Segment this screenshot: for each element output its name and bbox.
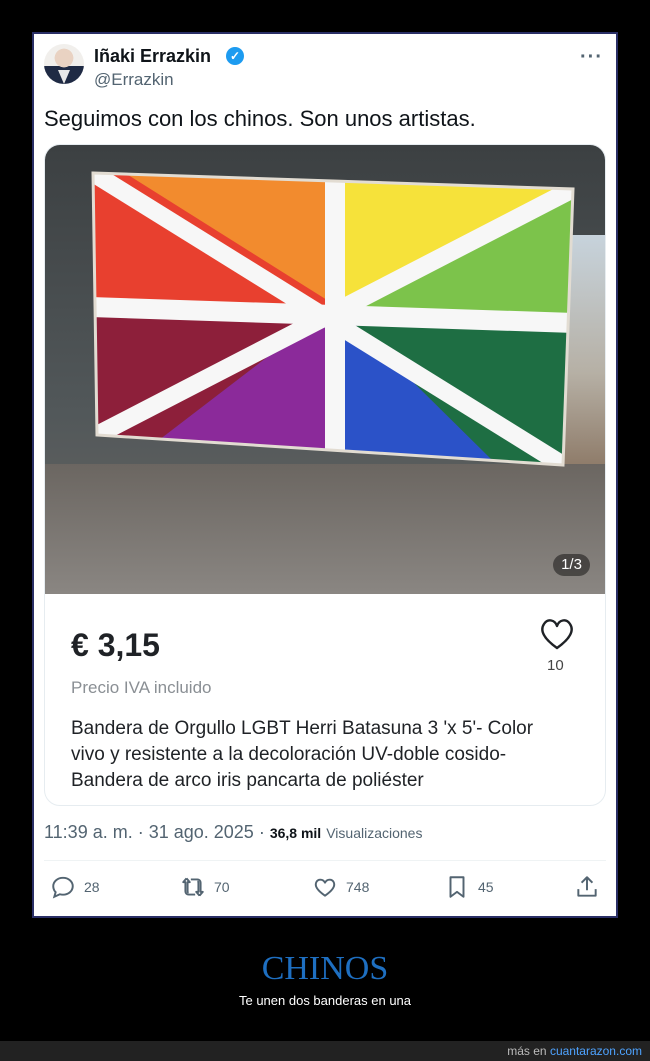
product-card[interactable]: 1/3 € 3,15 10 Precio IVA incluido Bander… bbox=[44, 144, 606, 806]
like-icon bbox=[314, 878, 336, 897]
bookmark-icon bbox=[449, 876, 465, 898]
rainbow-saltire-flag-image bbox=[91, 171, 575, 467]
tweet-timestamp[interactable]: 11:39 a. m. · 31 ago. 2025 · bbox=[44, 822, 265, 842]
share-icon bbox=[577, 876, 597, 897]
product-photo[interactable]: 1/3 bbox=[45, 145, 605, 594]
author-handle[interactable]: @Errazkin bbox=[94, 70, 174, 90]
product-price: € 3,15 bbox=[71, 627, 160, 663]
caption-subtitle: Te unen dos banderas en una bbox=[238, 993, 412, 1008]
product-description: Bandera de Orgullo LGBT Herri Batasuna 3… bbox=[71, 718, 534, 791]
bookmark-count: 45 bbox=[478, 879, 494, 895]
tweet: Iñaki Errazkin ✓ @Errazkin ··· Seguimos … bbox=[34, 34, 616, 916]
reply-count: 28 bbox=[84, 879, 100, 895]
reply-icon bbox=[52, 876, 74, 899]
repost-button[interactable]: 70 bbox=[180, 872, 230, 902]
image-counter: 1/3 bbox=[553, 554, 590, 576]
divider bbox=[44, 860, 606, 861]
repost-count: 70 bbox=[214, 879, 230, 895]
vat-note: Precio IVA incluido bbox=[71, 678, 212, 697]
verified-badge-icon: ✓ bbox=[226, 47, 244, 65]
bookmark-button[interactable]: 45 bbox=[444, 872, 494, 902]
caption-title: CHINOS bbox=[261, 950, 389, 987]
views-label: Visualizaciones bbox=[326, 825, 423, 841]
like-count: 748 bbox=[346, 879, 370, 895]
footer-prefix: más en bbox=[507, 1044, 547, 1058]
share-button[interactable] bbox=[574, 872, 600, 902]
view-count: 36,8 mil bbox=[269, 825, 322, 841]
favorite-count: 10 bbox=[547, 657, 564, 674]
repost-icon bbox=[182, 877, 204, 897]
author-name[interactable]: Iñaki Errazkin bbox=[94, 46, 211, 67]
more-options-icon[interactable]: ··· bbox=[580, 46, 603, 69]
like-button[interactable]: 748 bbox=[312, 872, 369, 902]
favorite-heart-icon[interactable] bbox=[539, 617, 575, 651]
tweet-meta: 11:39 a. m. · 31 ago. 2025 · 36,8 mil Vi… bbox=[44, 822, 422, 843]
tweet-text: Seguimos con los chinos. Son unos artist… bbox=[44, 106, 476, 131]
reply-button[interactable]: 28 bbox=[50, 872, 100, 902]
tweet-frame: Iñaki Errazkin ✓ @Errazkin ··· Seguimos … bbox=[32, 32, 618, 918]
footer-bar: más en cuantarazon.com bbox=[0, 1041, 650, 1061]
footer-site-link[interactable]: cuantarazon.com bbox=[550, 1044, 642, 1058]
avatar[interactable] bbox=[44, 44, 84, 84]
